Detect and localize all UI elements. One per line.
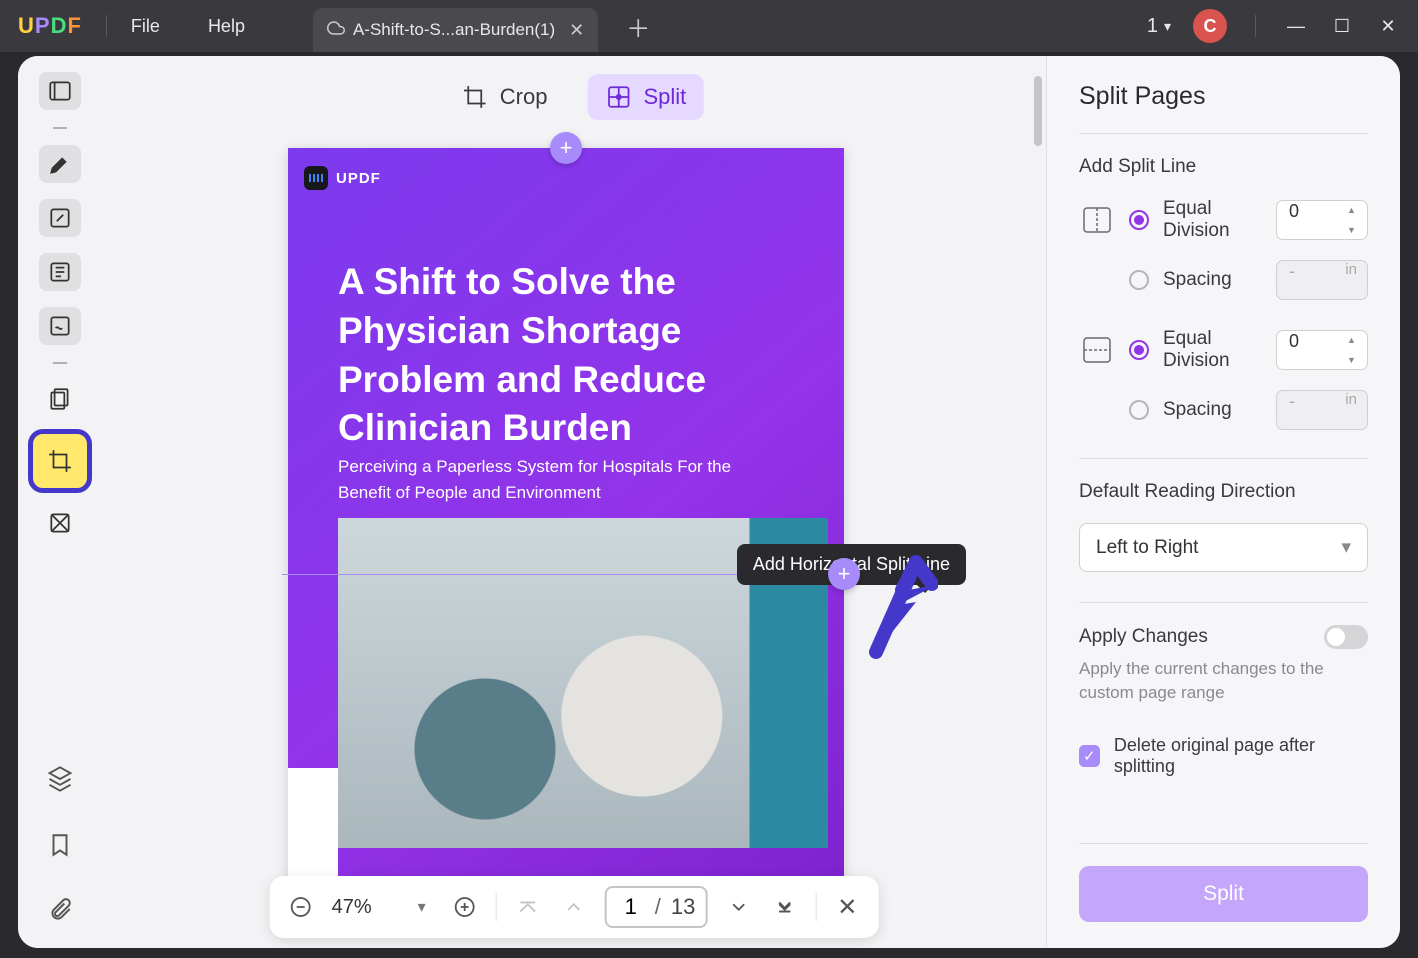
crop-tool-button[interactable]: Crop xyxy=(444,74,566,120)
vertical-spacing-input: - in xyxy=(1276,260,1368,300)
bookmark-icon[interactable] xyxy=(47,832,73,863)
chevron-down-icon: ▾ xyxy=(1164,18,1171,35)
sidebar-form-icon[interactable] xyxy=(39,253,81,291)
titlebar: UPDF File Help A-Shift-to-S...an-Burden(… xyxy=(0,0,1418,52)
sidebar-highlight-icon[interactable] xyxy=(39,145,81,183)
maximize-button[interactable]: ☐ xyxy=(1330,16,1354,37)
window-count[interactable]: 1 ▾ xyxy=(1147,15,1171,38)
horizontal-split-icon xyxy=(1079,333,1115,367)
vertical-split-icon xyxy=(1079,203,1115,237)
delete-original-label: Delete original page after splitting xyxy=(1114,735,1368,777)
horizontal-division-input[interactable]: 0 ▲▼ xyxy=(1276,330,1368,370)
add-split-line-label: Add Split Line xyxy=(1079,156,1368,178)
delete-original-checkbox[interactable]: ✓ xyxy=(1079,745,1100,767)
vertical-division-input[interactable]: 0 ▲▼ xyxy=(1276,200,1368,240)
menu-help[interactable]: Help xyxy=(208,16,245,37)
page-subheading: Perceiving a Paperless System for Hospit… xyxy=(338,454,764,505)
apply-changes-help: Apply the current changes to the custom … xyxy=(1079,657,1368,705)
zoom-dropdown-icon[interactable]: ▾ xyxy=(418,897,426,917)
minimize-button[interactable]: — xyxy=(1284,16,1308,37)
menu-file[interactable]: File xyxy=(131,16,160,37)
page-number-input[interactable]: / 13 xyxy=(605,886,708,928)
zoom-value[interactable]: 47% xyxy=(332,896,402,919)
left-sidebar xyxy=(18,56,102,948)
page-preview[interactable]: UPDF A Shift to Solve the Physician Shor… xyxy=(288,148,844,898)
app-logo: UPDF xyxy=(18,13,82,39)
cloud-icon xyxy=(327,19,345,42)
vertical-spacing-radio[interactable] xyxy=(1129,270,1149,290)
vertical-spacing-label: Spacing xyxy=(1163,269,1262,291)
sidebar-redact-icon[interactable] xyxy=(39,504,81,542)
close-toolbar-button[interactable]: ✕ xyxy=(832,892,862,922)
apply-changes-toggle[interactable] xyxy=(1324,625,1368,649)
page-heading: A Shift to Solve the Physician Shortage … xyxy=(338,258,784,453)
reading-direction-select[interactable]: Left to Right ▾ xyxy=(1079,523,1368,572)
chevron-down-icon: ▾ xyxy=(1341,536,1351,559)
document-tab-title: A-Shift-to-S...an-Burden(1) xyxy=(353,20,555,40)
vertical-scrollbar[interactable] xyxy=(1034,76,1042,848)
add-horizontal-split-button[interactable]: + xyxy=(828,558,860,590)
horizontal-spacing-label: Spacing xyxy=(1163,399,1262,421)
vertical-equal-division-label: Equal Division xyxy=(1163,198,1262,242)
attachment-icon[interactable] xyxy=(47,897,73,928)
layers-icon[interactable] xyxy=(46,765,74,798)
horizontal-spacing-input: - in xyxy=(1276,390,1368,430)
last-page-button[interactable] xyxy=(769,892,799,922)
split-pages-panel: Split Pages Add Split Line Equal Divisio… xyxy=(1046,56,1400,948)
prev-page-button[interactable] xyxy=(559,892,589,922)
sidebar-pages-icon[interactable] xyxy=(39,380,81,418)
add-vertical-split-button[interactable]: + xyxy=(550,132,582,164)
sidebar-reader-icon[interactable] xyxy=(39,72,81,110)
first-page-button[interactable] xyxy=(513,892,543,922)
sidebar-crop-split-icon[interactable] xyxy=(33,434,87,488)
canvas-area: Crop Split UPDF A Shift to Solve the Phy… xyxy=(102,56,1046,948)
document-tab[interactable]: A-Shift-to-S...an-Burden(1) ✕ xyxy=(313,8,598,52)
new-tab-button[interactable]: ＋ xyxy=(626,9,650,44)
cursor-annotation xyxy=(868,550,938,665)
page-brand: UPDF xyxy=(336,170,381,187)
horizontal-spacing-radio[interactable] xyxy=(1129,400,1149,420)
horizontal-equal-division-radio[interactable] xyxy=(1129,340,1149,360)
split-tool-button[interactable]: Split xyxy=(587,74,704,120)
sidebar-sign-icon[interactable] xyxy=(39,307,81,345)
zoom-in-button[interactable] xyxy=(450,892,480,922)
zoom-out-button[interactable] xyxy=(286,892,316,922)
current-page-field[interactable] xyxy=(617,894,645,920)
vertical-equal-division-radio[interactable] xyxy=(1129,210,1149,230)
next-page-button[interactable] xyxy=(723,892,753,922)
sidebar-edit-icon[interactable] xyxy=(39,199,81,237)
workspace: Crop Split UPDF A Shift to Solve the Phy… xyxy=(18,56,1400,948)
apply-changes-label: Apply Changes xyxy=(1079,626,1208,648)
total-pages: 13 xyxy=(671,894,695,920)
user-avatar[interactable]: C xyxy=(1193,9,1227,43)
horizontal-equal-division-label: Equal Division xyxy=(1163,328,1262,372)
close-tab-icon[interactable]: ✕ xyxy=(569,20,584,41)
close-window-button[interactable]: ✕ xyxy=(1376,16,1400,37)
reading-direction-label: Default Reading Direction xyxy=(1079,481,1368,503)
bottom-toolbar: 47% ▾ / 13 ✕ xyxy=(270,876,879,938)
panel-title: Split Pages xyxy=(1079,82,1368,111)
split-button[interactable]: Split xyxy=(1079,866,1368,922)
